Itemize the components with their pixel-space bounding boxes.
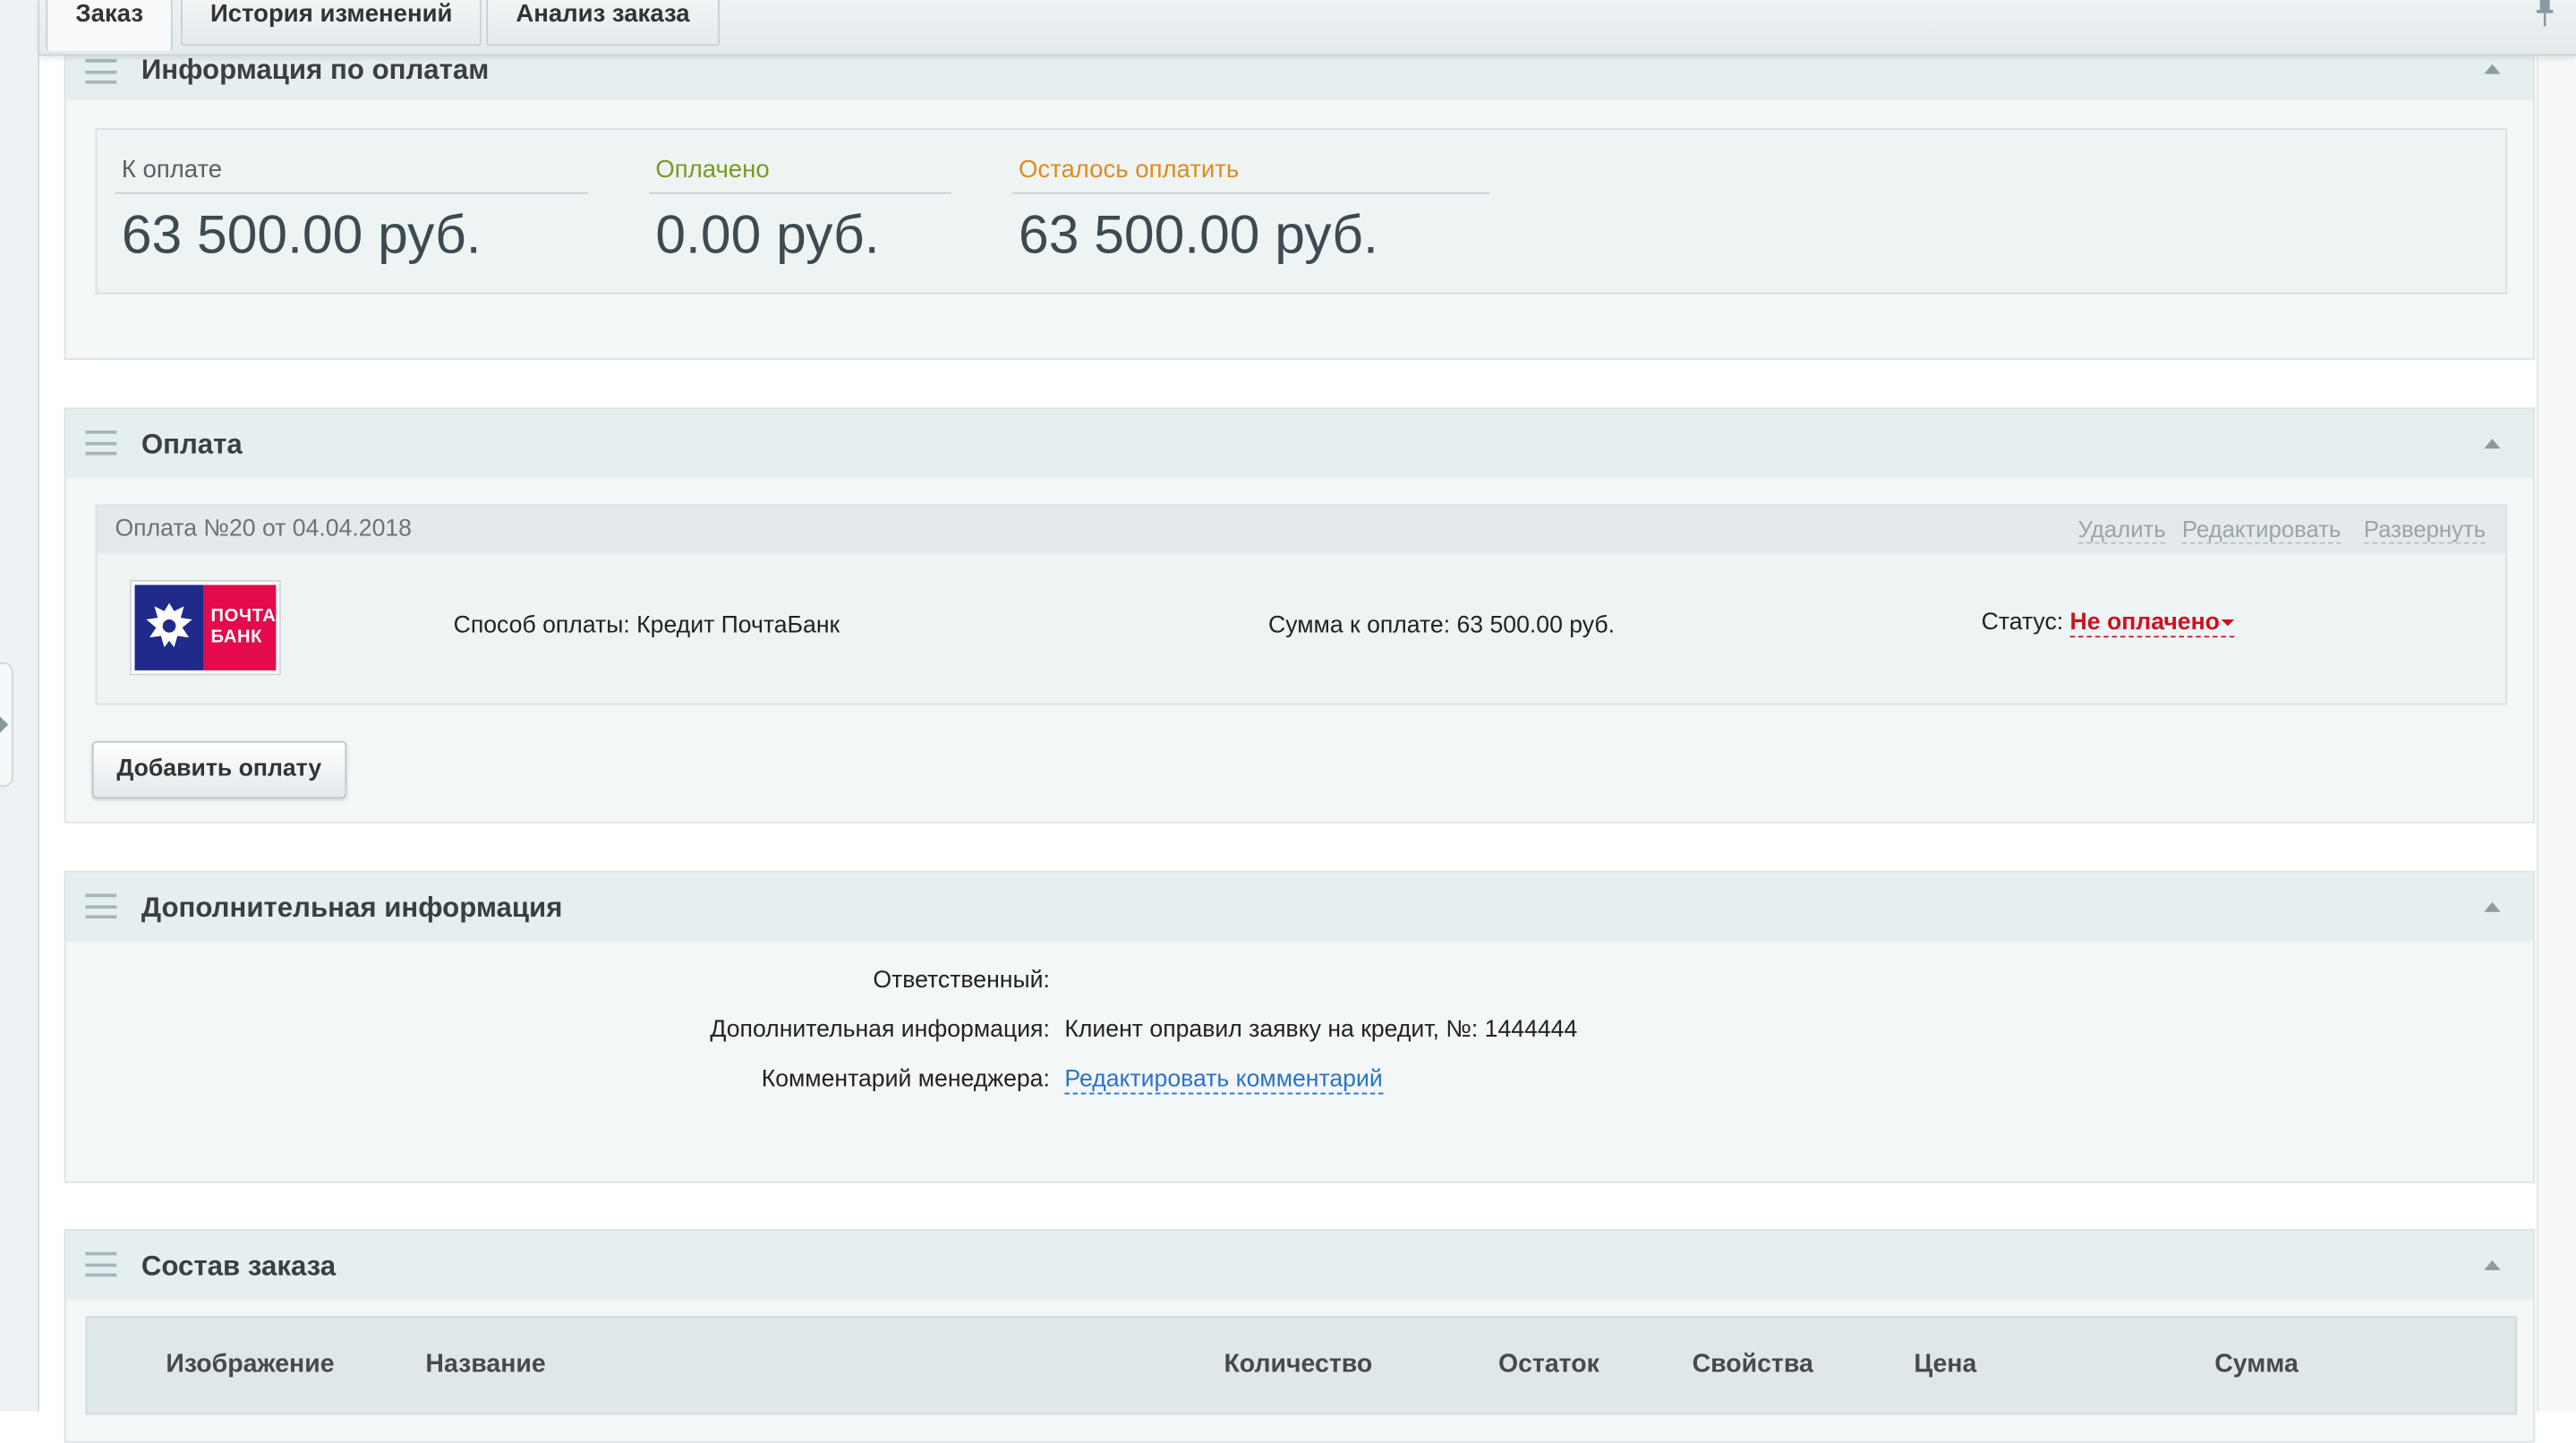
panel-title: Оплата: [141, 429, 243, 460]
status-dropdown[interactable]: Не оплачено: [2069, 609, 2235, 638]
drag-handle-icon[interactable]: [85, 59, 117, 84]
remaining-column: Осталось оплатить 63 500.00 руб.: [1011, 156, 1490, 266]
drag-handle-icon[interactable]: [85, 893, 117, 919]
panel-title: Состав заказа: [141, 1250, 337, 1282]
eagle-emblem-icon: [134, 585, 205, 670]
status-value: Не оплачено: [2069, 609, 2220, 636]
edit-link[interactable]: Редактировать: [2182, 516, 2341, 544]
panel-title: Информация по оплатам: [141, 54, 490, 86]
payments-info-panel: Информация по оплатам К оплате 63 500.00…: [64, 30, 2536, 360]
column-stock: Остаток: [1497, 1350, 1599, 1379]
drag-handle-icon[interactable]: [85, 1251, 117, 1277]
caret-down-icon: [2221, 619, 2235, 627]
order-table-header: Изображение Название Количество Остаток …: [85, 1316, 2517, 1415]
tab-bar: Заказ История изменений Анализ заказа: [39, 0, 2576, 56]
chevron-right-icon: [0, 716, 9, 733]
expand-link[interactable]: Развернуть: [2363, 516, 2486, 544]
manager-comment-label: Комментарий менеджера:: [761, 1066, 1050, 1093]
logo-line-1: ПОЧТА: [210, 606, 277, 627]
column-name: Название: [425, 1350, 546, 1379]
pin-icon[interactable]: [2533, 0, 2556, 28]
column-price: Цена: [1914, 1350, 1977, 1379]
remaining-value: 63 500.00 руб.: [1019, 203, 1378, 265]
payment-number: Оплата №20 от 04.04.2018: [115, 516, 412, 542]
responsible-label: Ответственный:: [873, 968, 1050, 995]
tab-order[interactable]: Заказ: [46, 0, 174, 51]
right-edge: [2537, 0, 2576, 1412]
paid-column: Оплачено 0.00 руб.: [649, 156, 951, 266]
drag-handle-icon[interactable]: [85, 430, 117, 456]
logo-text: ПОЧТА БАНК: [204, 585, 277, 670]
panel-header: Дополнительная информация: [65, 872, 2534, 942]
payment-actions: Удалить Редактировать Развернуть: [2068, 506, 2486, 553]
column-quantity: Количество: [1224, 1350, 1373, 1379]
remaining-label: Осталось оплатить: [1011, 156, 1490, 194]
panel-header: Оплата: [65, 409, 2534, 479]
collapse-arrow-icon[interactable]: [2484, 1259, 2501, 1270]
paid-label: Оплачено: [649, 156, 951, 194]
status-label: Статус:: [1981, 609, 2064, 636]
to-pay-label: К оплате: [115, 156, 589, 194]
left-sidebar-edge: [0, 0, 40, 1412]
panel-title: Дополнительная информация: [141, 892, 563, 924]
collapse-arrow-icon[interactable]: [2484, 439, 2501, 449]
column-image: Изображение: [166, 1350, 335, 1379]
extra-info-label: Дополнительная информация:: [710, 1017, 1050, 1044]
payment-card-header: Оплата №20 от 04.04.2018 Удалить Редакти…: [97, 506, 2506, 554]
payment-card: Оплата №20 от 04.04.2018 Удалить Редакти…: [95, 504, 2507, 705]
tab-history[interactable]: История изменений: [180, 0, 482, 47]
collapse-arrow-icon[interactable]: [2484, 64, 2501, 74]
panel-header: Состав заказа: [65, 1230, 2534, 1300]
page: Заказ История изменений Анализ заказа Ин…: [0, 0, 2576, 1443]
sidebar-toggle-handle[interactable]: [0, 662, 13, 788]
payment-method: Способ оплаты: Кредит ПочтаБанк: [453, 612, 840, 640]
paid-value: 0.00 руб.: [655, 203, 880, 265]
to-pay-value: 63 500.00 руб.: [121, 203, 482, 265]
collapse-arrow-icon[interactable]: [2484, 901, 2501, 912]
edit-comment-link[interactable]: Редактировать комментарий: [1064, 1066, 1383, 1095]
logo-line-2: БАНК: [210, 628, 262, 648]
payment-status: Статус: Не оплачено: [1981, 609, 2235, 638]
payment-amount: Сумма к оплате: 63 500.00 руб.: [1268, 612, 1616, 640]
to-pay-column: К оплате 63 500.00 руб.: [115, 156, 589, 266]
payment-panel: Оплата Оплата №20 от 04.04.2018 Удалить …: [64, 407, 2536, 824]
payment-summary-box: К оплате 63 500.00 руб. Оплачено 0.00 ру…: [95, 128, 2507, 295]
add-payment-button[interactable]: Добавить оплату: [91, 740, 346, 799]
additional-info-panel: Дополнительная информация Ответственный:…: [64, 870, 2536, 1183]
pochtabank-logo: ПОЧТА БАНК: [130, 579, 281, 676]
delete-link[interactable]: Удалить: [2077, 516, 2166, 544]
extra-info-value: Клиент оправил заявку на кредит, №: 1444…: [1064, 1017, 1578, 1044]
column-total: Сумма: [2214, 1350, 2299, 1379]
tab-analysis[interactable]: Анализ заказа: [486, 0, 720, 47]
column-properties: Свойства: [1692, 1350, 1813, 1379]
